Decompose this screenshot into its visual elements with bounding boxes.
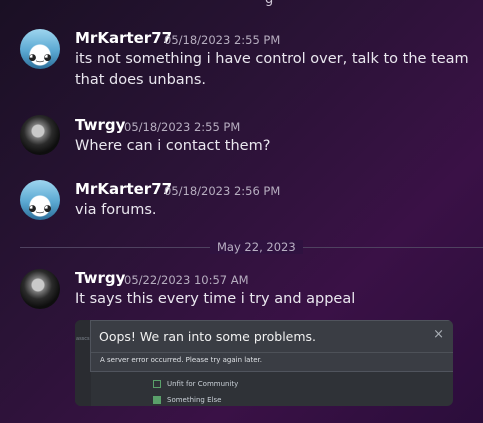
checkbox-icon	[153, 380, 161, 388]
message-author[interactable]: MrKarter77	[75, 180, 172, 198]
avatar[interactable]	[20, 269, 60, 309]
message-line: It says this every time i try and appeal	[75, 291, 356, 307]
close-icon: ×	[433, 327, 444, 342]
error-modal-title: Oops! We ran into some problems.	[99, 329, 317, 344]
error-modal-message: A server error occurred. Please try agai…	[100, 356, 262, 364]
message-text: It says this every time i try and appeal	[75, 289, 470, 310]
avatar[interactable]	[20, 115, 60, 155]
error-modal: Oops! We ran into some problems. × A ser…	[90, 320, 453, 372]
option-label: Something Else	[167, 396, 222, 404]
option-item: Unfit for Community	[153, 380, 238, 388]
modal-divider	[91, 352, 453, 353]
option-item: Something Else	[153, 396, 221, 404]
message-timestamp: 05/18/2023 2:55 PM	[164, 33, 281, 47]
message-line: Where can i contact them?	[75, 138, 271, 154]
message-line: via forums.	[75, 202, 157, 218]
message-text: via forums.	[75, 200, 470, 221]
message-timestamp: 05/18/2023 2:55 PM	[124, 120, 241, 134]
message-author[interactable]: Twrgy	[75, 116, 125, 134]
checkbox-checked-icon	[153, 396, 161, 404]
attachment-side-label: asscs	[76, 336, 90, 342]
clipped-previous-message: g	[0, 0, 483, 7]
message-line: that does unbans.	[75, 72, 207, 88]
date-divider-label: May 22, 2023	[210, 240, 303, 254]
message-author[interactable]: MrKarter77	[75, 29, 172, 47]
option-label: Unfit for Community	[167, 380, 239, 388]
message-timestamp: 05/22/2023 10:57 AM	[124, 273, 249, 287]
avatar-icon: ◕‿◕	[28, 53, 52, 63]
avatar[interactable]: ◕‿◕	[20, 180, 60, 220]
avatar-icon: ◕‿◕	[28, 204, 52, 214]
message-text: Where can i contact them?	[75, 136, 470, 157]
avatar[interactable]: ◕‿◕	[20, 29, 60, 69]
attachment-sidebar: asscs	[75, 320, 91, 406]
message-line: its not something i have control over, t…	[75, 51, 469, 67]
message-author[interactable]: Twrgy	[75, 269, 125, 287]
message-timestamp: 05/18/2023 2:56 PM	[164, 184, 281, 198]
image-attachment[interactable]: asscs Oops! We ran into some problems. ×…	[75, 320, 453, 406]
message-text: its not something i have control over, t…	[75, 49, 470, 91]
